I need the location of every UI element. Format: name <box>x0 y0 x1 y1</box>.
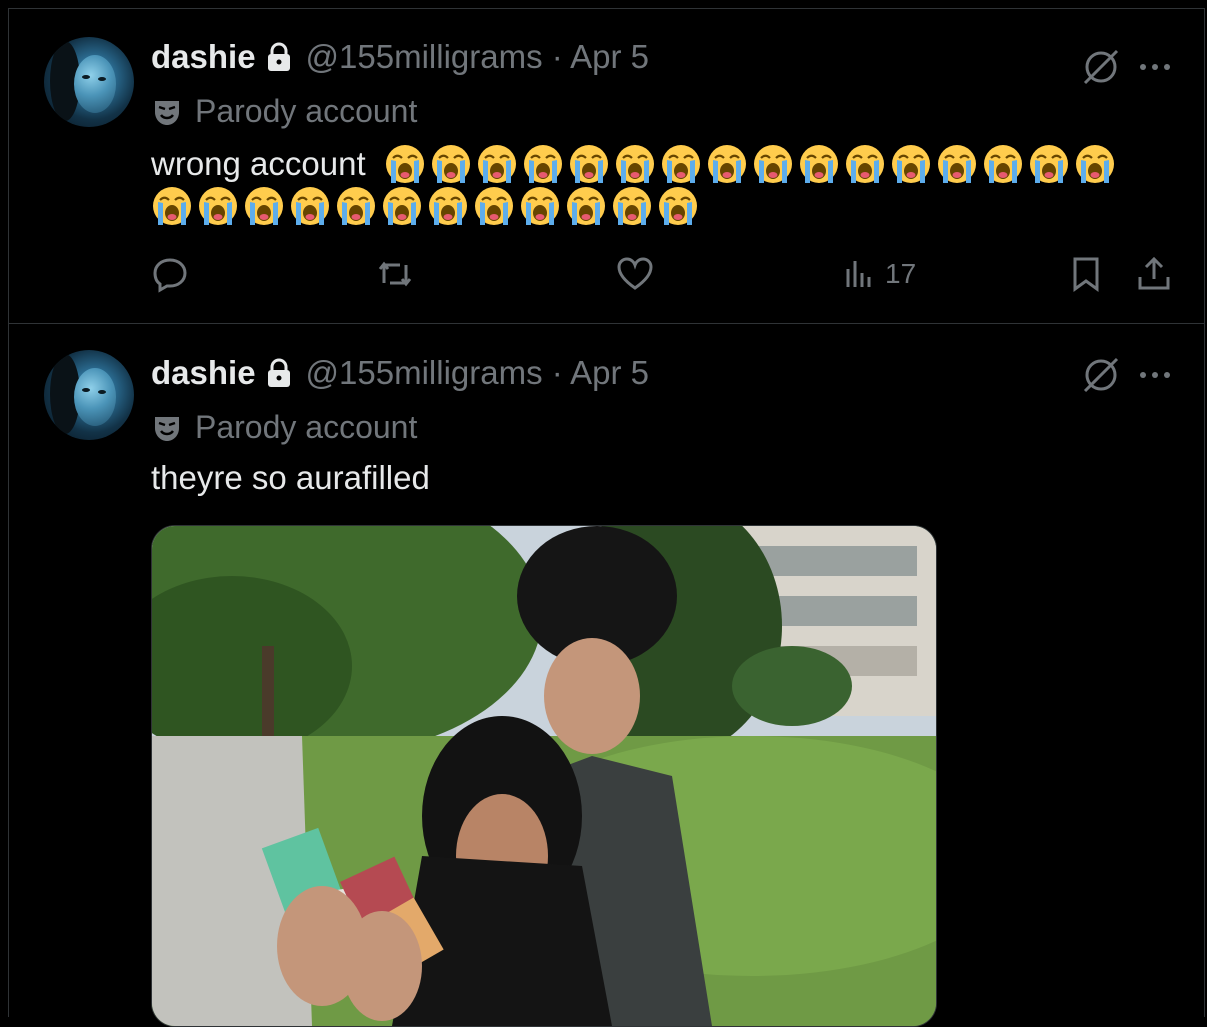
avatar[interactable] <box>44 350 134 440</box>
loudly-crying-face-emoji <box>659 187 697 225</box>
grok-icon[interactable] <box>1081 355 1121 395</box>
loudly-crying-face-emoji <box>937 145 976 183</box>
tweet[interactable]: dashie @155milligrams · Apr 5 Parody acc… <box>8 325 1205 1027</box>
loudly-crying-face-emoji <box>153 187 191 225</box>
loudly-crying-face-emoji <box>383 187 421 225</box>
views-icon <box>846 261 871 287</box>
lock-icon <box>267 42 290 71</box>
tweet-header: dashie @155milligrams · Apr 5 <box>151 353 649 393</box>
loudly-crying-face-emoji <box>567 187 605 225</box>
loudly-crying-face-emoji <box>523 145 562 183</box>
more-icon[interactable] <box>1135 365 1175 385</box>
loudly-crying-face-emoji <box>477 145 516 183</box>
views-button[interactable]: 17 <box>841 255 916 293</box>
views-count: 17 <box>885 258 917 289</box>
loudly-crying-face-emoji <box>1029 145 1068 183</box>
parody-label: Parody account <box>151 93 417 130</box>
loudly-crying-face-emoji <box>707 145 746 183</box>
tweet-text: theyre so aurafilled <box>151 459 430 496</box>
reply-button[interactable] <box>151 255 189 293</box>
loudly-crying-face-emoji <box>429 187 467 225</box>
loudly-crying-face-emoji <box>799 145 838 183</box>
parody-mask-icon <box>155 416 179 441</box>
loudly-crying-face-emoji <box>475 187 513 225</box>
tweet-text: wrong account <box>151 141 1116 227</box>
display-name[interactable]: dashie <box>151 354 256 392</box>
tweet-actions: 17 <box>151 249 1171 299</box>
reply-icon <box>153 258 187 293</box>
loudly-crying-face-emoji <box>245 187 283 225</box>
loudly-crying-face-emoji <box>1075 145 1114 183</box>
parody-mask-icon <box>155 100 179 125</box>
parody-label: Parody account <box>151 409 417 446</box>
like-icon <box>617 257 653 290</box>
loudly-crying-face-emoji <box>983 145 1022 183</box>
avatar[interactable] <box>44 37 134 127</box>
loudly-crying-face-emoji <box>291 187 329 225</box>
loudly-crying-face-emoji <box>431 145 470 183</box>
handle-and-date[interactable]: @155milligrams · Apr 5 <box>306 38 649 76</box>
display-name[interactable]: dashie <box>151 38 256 76</box>
like-button[interactable] <box>616 255 654 293</box>
handle-and-date[interactable]: @155milligrams · Apr 5 <box>306 354 649 392</box>
loudly-crying-face-emoji <box>615 145 654 183</box>
grok-icon[interactable] <box>1081 47 1121 87</box>
retweet-icon <box>378 261 412 287</box>
loudly-crying-face-emoji <box>891 145 930 183</box>
loudly-crying-face-emoji <box>613 187 651 225</box>
retweet-button[interactable] <box>376 255 414 293</box>
loudly-crying-face-emoji <box>521 187 559 225</box>
lock-icon <box>267 358 290 387</box>
bookmark-button[interactable] <box>1067 255 1105 293</box>
tweet[interactable]: dashie @155milligrams · Apr 5 Parody acc… <box>8 9 1205 324</box>
share-button[interactable] <box>1135 255 1173 293</box>
loudly-crying-face-emoji <box>337 187 375 225</box>
loudly-crying-face-emoji <box>845 145 884 183</box>
loudly-crying-face-emoji <box>199 187 237 225</box>
photo-content <box>152 526 936 1026</box>
loudly-crying-face-emoji <box>569 145 608 183</box>
loudly-crying-face-emoji <box>385 145 424 183</box>
tweet-header: dashie @155milligrams · Apr 5 <box>151 37 649 77</box>
loudly-crying-face-emoji <box>661 145 700 183</box>
loudly-crying-face-emoji <box>753 145 792 183</box>
bookmark-icon <box>1073 257 1099 292</box>
tweet-photo[interactable] <box>151 525 937 1027</box>
more-icon[interactable] <box>1135 57 1175 77</box>
share-icon <box>1138 256 1170 290</box>
